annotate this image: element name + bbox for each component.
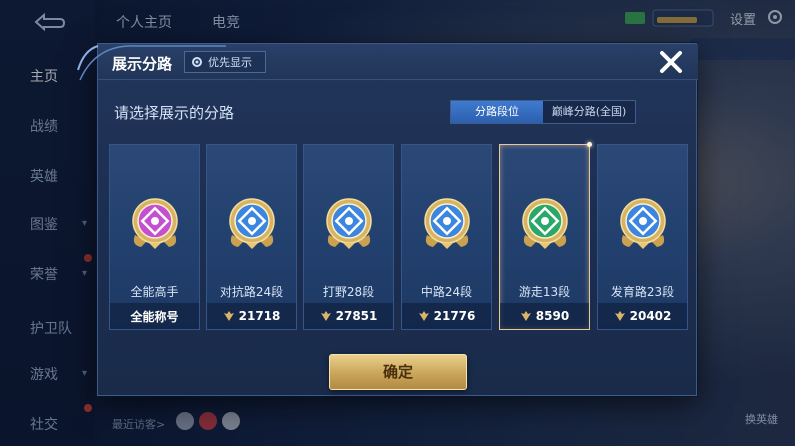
roam-badge-icon [522, 198, 568, 249]
lane-card-bottom-text: 20402 [629, 309, 672, 323]
confirm-button[interactable]: 确定 [329, 354, 467, 390]
farm-lane-badge-icon [620, 198, 666, 249]
gear-icon [192, 57, 202, 67]
toggle-lane-rank[interactable]: 分路段位 [451, 101, 543, 123]
wing-score-icon [520, 311, 531, 321]
toggle-peak-lane[interactable]: 巅峰分路(全国) [543, 101, 635, 123]
lane-card[interactable]: 打野28段 27851 [303, 144, 394, 330]
wing-score-icon [320, 311, 331, 321]
prefer-display-label: 优先显示 [208, 56, 252, 69]
lane-score: 20402 [598, 303, 687, 329]
lane-card[interactable]: 游走13段 8590 [499, 142, 592, 330]
lane-card[interactable]: 中路24段 21776 [401, 144, 492, 330]
dialog-subtitle: 请选择展示的分路 [114, 104, 235, 122]
prefer-display-button[interactable]: 优先显示 [184, 51, 266, 73]
lane-card-name: 全能高手 [130, 285, 179, 299]
lane-card-bottom-text: 21776 [433, 309, 476, 323]
clash-lane-badge-icon [229, 198, 275, 249]
lane-card-bottom-text: 8590 [535, 309, 570, 323]
wing-score-icon [223, 311, 234, 321]
jungle-badge-icon [326, 198, 372, 249]
lane-card[interactable]: 发育路23段 20402 [597, 144, 688, 330]
lane-card-name: 中路24段 [420, 285, 473, 299]
wing-score-icon [418, 311, 429, 321]
lane-score: 21718 [207, 303, 296, 329]
lane-score: 27851 [304, 303, 393, 329]
lane-score: 8590 [500, 303, 589, 329]
lane-card-name: 游走13段 [518, 285, 571, 299]
dialog-title: 展示分路 [112, 55, 173, 73]
lane-score: 21776 [402, 303, 491, 329]
all-round-badge-icon [132, 198, 178, 249]
lane-card[interactable]: 对抗路24段 21718 [206, 144, 297, 330]
lane-card-bottom-text: 全能称号 [130, 309, 179, 324]
wing-score-icon [614, 311, 625, 321]
mid-lane-badge-icon [424, 198, 470, 249]
lane-card-bottom-text: 21718 [238, 309, 281, 323]
lane-card-name: 对抗路24段 [219, 285, 284, 299]
lane-card-name: 打野28段 [322, 285, 375, 299]
lane-title: 全能称号 [110, 303, 199, 329]
close-icon[interactable] [655, 46, 687, 78]
selected-indicator [587, 142, 592, 147]
lane-card[interactable]: 全能高手 全能称号 [109, 144, 200, 330]
select-lane-dialog: 展示分路 优先显示 请选择展示的分路 分路段位 巅峰分路(全国) 全能高手全能称… [77, 43, 698, 396]
lane-mode-toggle: 分路段位 巅峰分路(全国) [450, 100, 636, 124]
dialog-titlebar: 展示分路 优先显示 [77, 44, 698, 81]
lane-card-bottom-text: 27851 [335, 309, 378, 323]
lane-card-name: 发育路23段 [610, 285, 675, 299]
